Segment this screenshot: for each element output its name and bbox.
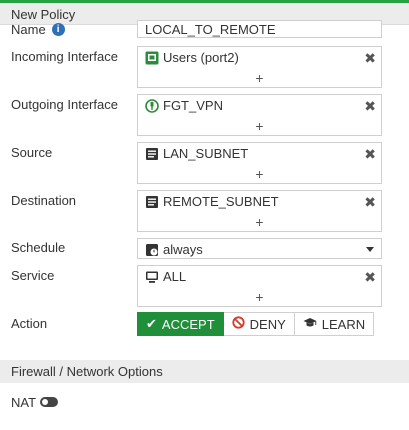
nat-label: NAT bbox=[11, 395, 37, 410]
service-icon bbox=[145, 270, 159, 284]
add-service-button[interactable]: + bbox=[138, 290, 381, 304]
outgoing-interface-entry: FGT_VPN bbox=[145, 98, 223, 113]
learn-button[interactable]: LEARN bbox=[294, 312, 375, 336]
service-label: Service bbox=[11, 268, 55, 283]
action-label: Action bbox=[11, 316, 48, 331]
add-incoming-button[interactable]: + bbox=[138, 71, 381, 85]
outgoing-interface-value: FGT_VPN bbox=[163, 98, 223, 113]
destination-entry: REMOTE_SUBNET bbox=[145, 194, 279, 209]
graduation-cap-icon bbox=[303, 317, 317, 332]
accept-button-label: ACCEPT bbox=[161, 316, 215, 332]
service-entry: ALL bbox=[145, 269, 186, 284]
firewall-network-options-header: Firewall / Network Options bbox=[0, 360, 409, 383]
name-field-value: LOCAL_TO_REMOTE bbox=[145, 22, 276, 37]
add-outgoing-button[interactable]: + bbox=[138, 119, 381, 133]
deny-button[interactable]: DENY bbox=[223, 312, 295, 336]
accept-button[interactable]: ✔ ACCEPT bbox=[137, 312, 224, 336]
add-destination-button[interactable]: + bbox=[138, 215, 381, 229]
source-entry: LAN_SUBNET bbox=[145, 146, 248, 161]
destination-field[interactable]: REMOTE_SUBNET ✖ + bbox=[137, 190, 382, 232]
add-source-button[interactable]: + bbox=[138, 167, 381, 181]
source-field[interactable]: LAN_SUBNET ✖ + bbox=[137, 142, 382, 184]
deny-icon bbox=[232, 316, 245, 332]
address-object-icon bbox=[145, 195, 159, 209]
chevron-down-icon[interactable] bbox=[366, 247, 374, 252]
incoming-interface-value: Users (port2) bbox=[163, 50, 239, 65]
remove-source-icon[interactable]: ✖ bbox=[364, 147, 376, 161]
destination-value: REMOTE_SUBNET bbox=[163, 194, 279, 209]
service-field[interactable]: ALL ✖ + bbox=[137, 265, 382, 307]
checkmark-icon: ✔ bbox=[146, 316, 157, 331]
remove-outgoing-icon[interactable]: ✖ bbox=[364, 99, 376, 113]
schedule-dropdown[interactable]: always bbox=[137, 238, 382, 259]
source-value: LAN_SUBNET bbox=[163, 146, 249, 161]
remove-incoming-icon[interactable]: ✖ bbox=[364, 51, 376, 65]
incoming-interface-entry: Users (port2) bbox=[145, 50, 239, 65]
remove-service-icon[interactable]: ✖ bbox=[364, 270, 376, 284]
schedule-icon bbox=[145, 243, 159, 257]
remove-destination-icon[interactable]: ✖ bbox=[364, 195, 376, 209]
incoming-interface-label: Incoming Interface bbox=[11, 49, 118, 64]
action-button-group: ✔ ACCEPT DENY LEARN bbox=[137, 312, 375, 336]
outgoing-interface-field[interactable]: FGT_VPN ✖ + bbox=[137, 94, 382, 136]
schedule-value: always bbox=[163, 242, 203, 257]
nat-toggle[interactable] bbox=[40, 397, 58, 407]
toggle-knob bbox=[42, 399, 48, 405]
deny-button-label: DENY bbox=[249, 316, 286, 332]
incoming-interface-field[interactable]: Users (port2) ✖ + bbox=[137, 46, 382, 88]
name-label-row: Name i bbox=[11, 22, 65, 37]
ethernet-port-icon bbox=[145, 51, 159, 65]
info-icon[interactable]: i bbox=[51, 23, 65, 36]
address-object-icon bbox=[145, 147, 159, 161]
learn-button-label: LEARN bbox=[321, 316, 366, 332]
name-label: Name bbox=[11, 22, 46, 37]
vpn-tunnel-icon bbox=[145, 98, 159, 113]
outgoing-interface-label: Outgoing Interface bbox=[11, 97, 118, 112]
service-value: ALL bbox=[163, 269, 187, 284]
destination-label: Destination bbox=[11, 193, 77, 208]
schedule-label: Schedule bbox=[11, 240, 66, 255]
source-label: Source bbox=[11, 145, 53, 160]
schedule-entry: always bbox=[145, 242, 203, 257]
name-field[interactable]: LOCAL_TO_REMOTE bbox=[137, 20, 382, 38]
